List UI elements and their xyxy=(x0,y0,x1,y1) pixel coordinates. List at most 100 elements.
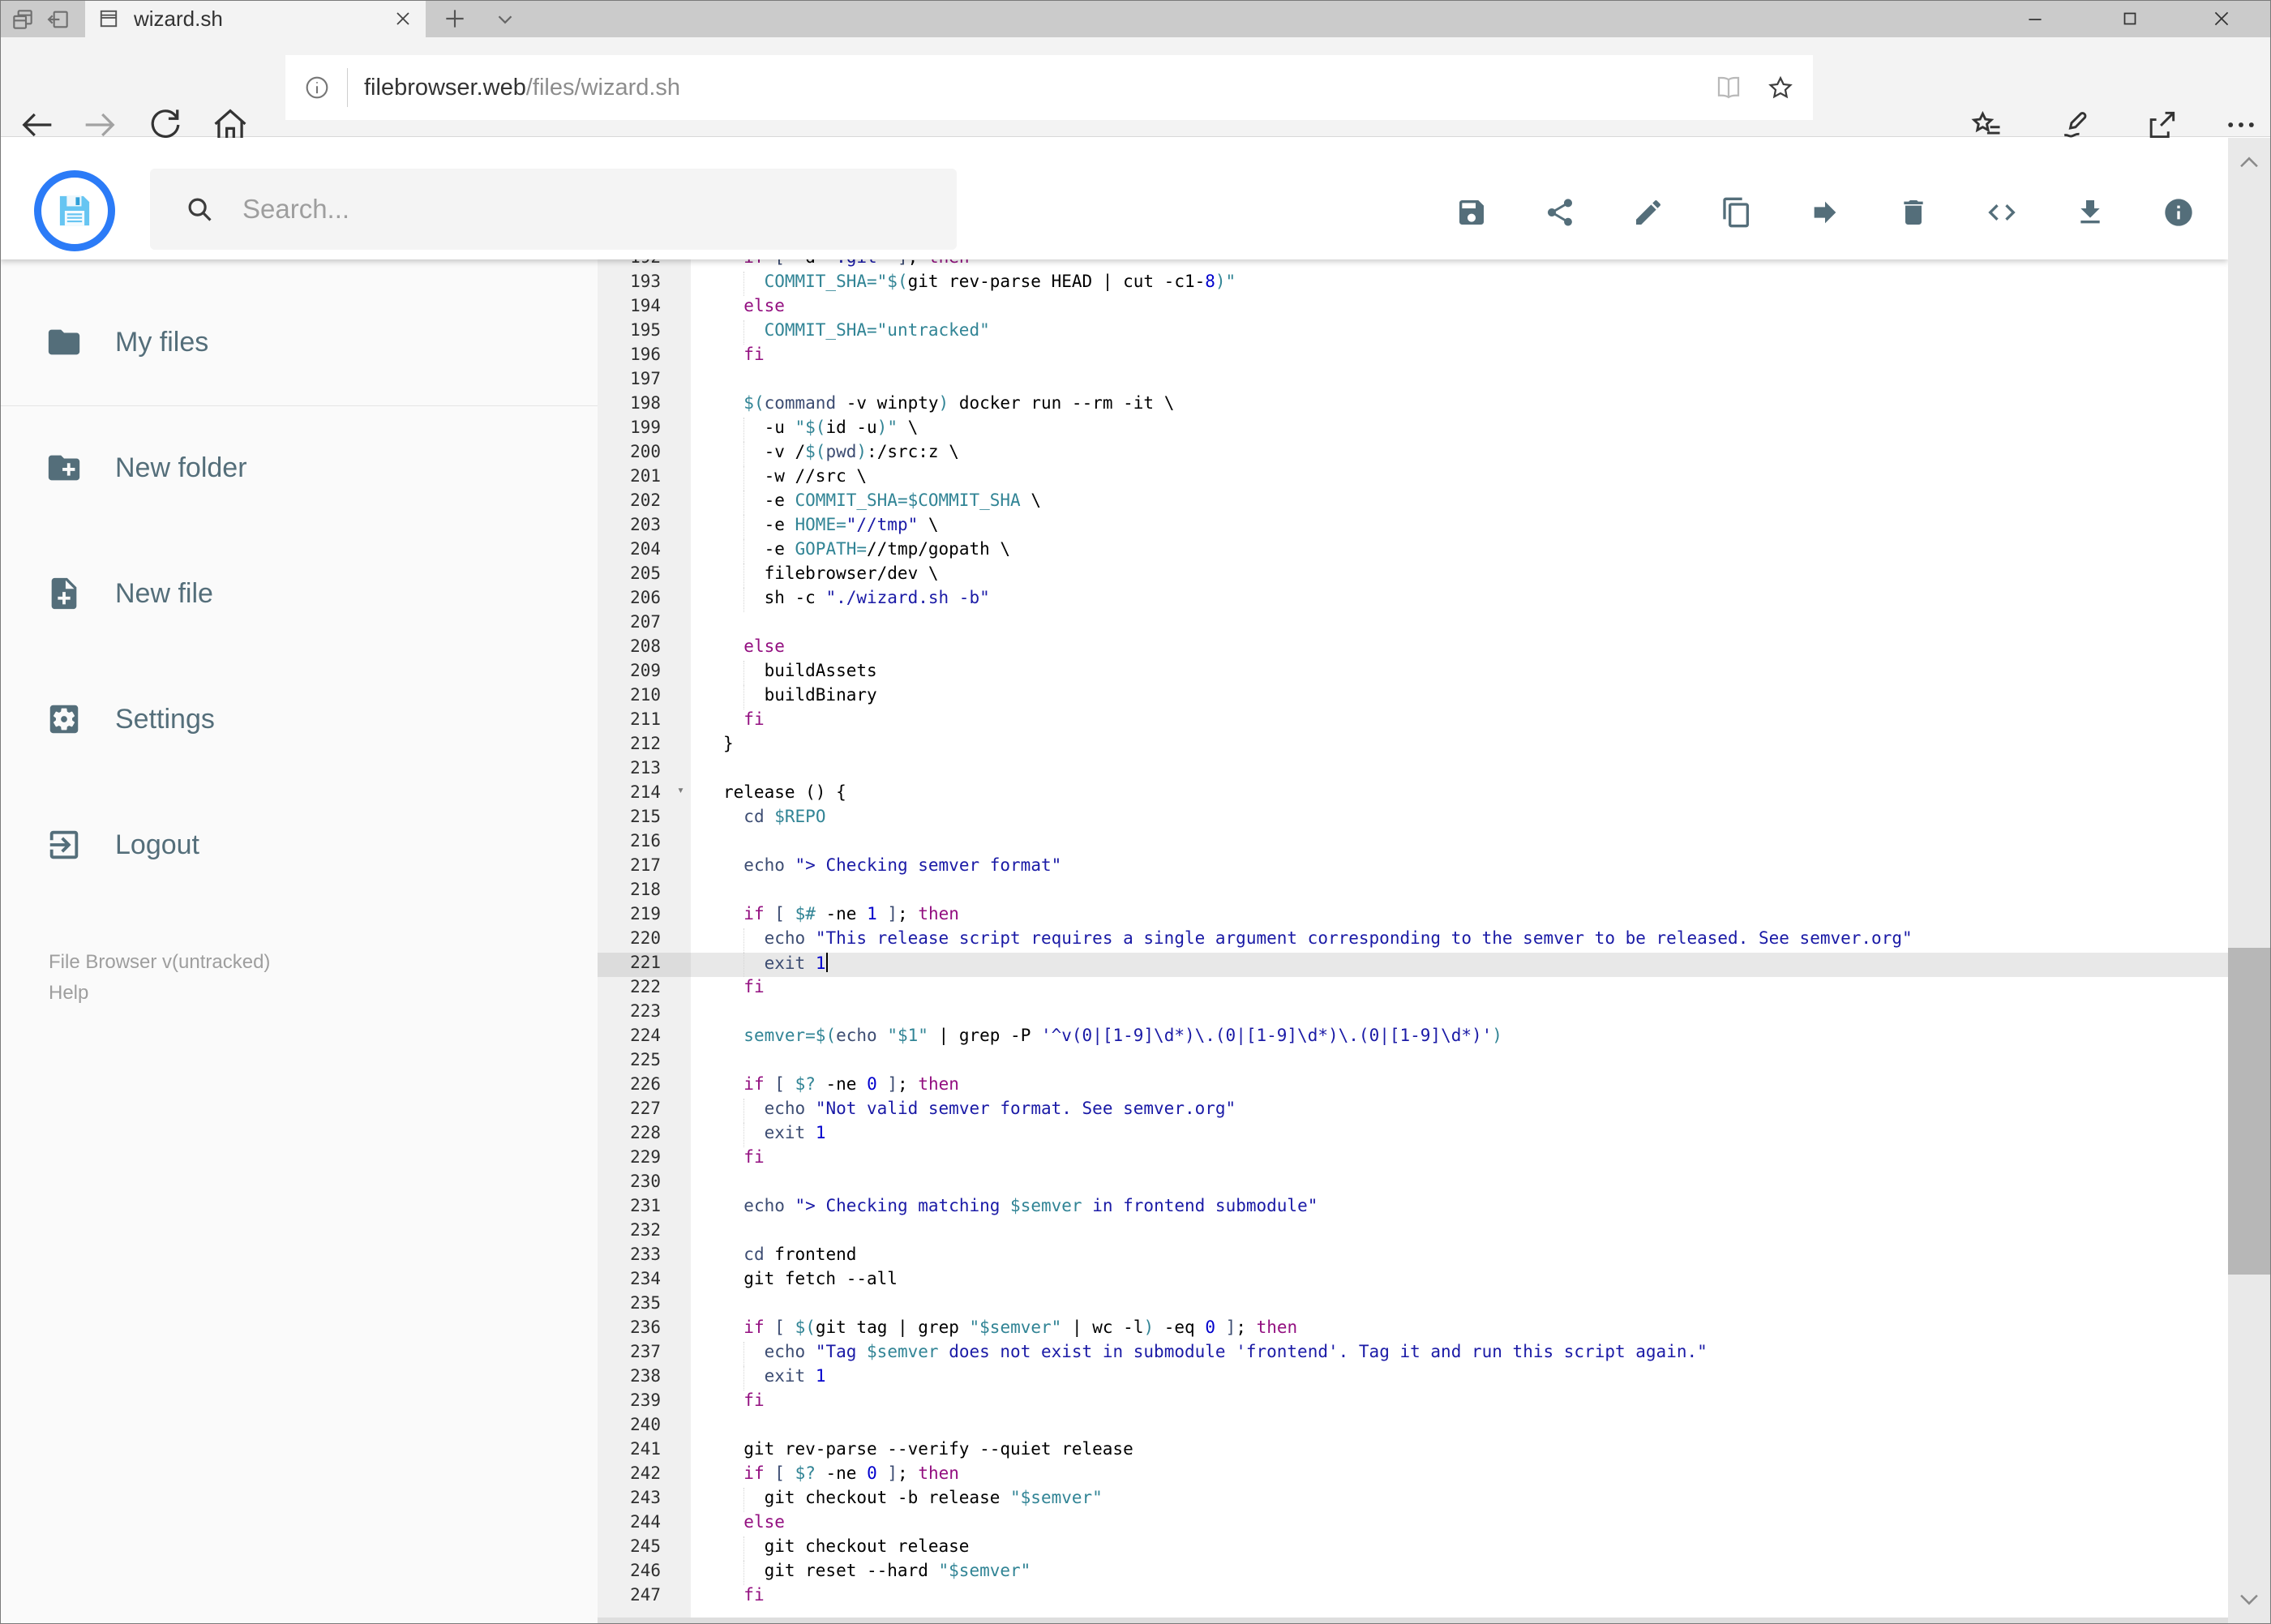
code-line[interactable]: exit 1 xyxy=(691,1366,2228,1390)
code-line[interactable] xyxy=(691,1001,2228,1026)
sidebar-item-logout[interactable]: Logout xyxy=(0,800,598,889)
tab-preview-icon[interactable] xyxy=(10,6,36,32)
line-number[interactable]: 246 xyxy=(598,1561,691,1585)
code-line[interactable]: echo "> Checking matching $semver in fro… xyxy=(691,1196,2228,1220)
code-line[interactable] xyxy=(691,612,2228,636)
address-bar[interactable]: filebrowser.web/files/wizard.sh xyxy=(285,55,1813,120)
code-line[interactable]: cd $REPO xyxy=(691,807,2228,831)
share-button[interactable] xyxy=(1544,196,1576,229)
code-line[interactable]: fi xyxy=(691,977,2228,1001)
app-logo[interactable] xyxy=(34,170,115,251)
code-line[interactable]: cd frontend xyxy=(691,1245,2228,1269)
line-number[interactable]: 237 xyxy=(598,1342,691,1366)
browser-tab[interactable]: wizard.sh xyxy=(85,0,426,37)
vertical-scrollbar[interactable] xyxy=(2228,138,2271,1624)
save-button[interactable] xyxy=(1455,196,1488,229)
code-view-button[interactable] xyxy=(1986,196,2018,229)
move-button[interactable] xyxy=(1809,196,1841,229)
code-line[interactable] xyxy=(691,1293,2228,1318)
code-line[interactable]: else xyxy=(691,296,2228,320)
line-number[interactable]: 220 xyxy=(598,928,691,953)
line-number[interactable]: 240 xyxy=(598,1415,691,1439)
code-line[interactable]: buildAssets xyxy=(691,661,2228,685)
code-line[interactable]: release () { xyxy=(691,782,2228,807)
code-line[interactable]: if [ $(git tag | grep "$semver" | wc -l)… xyxy=(691,1318,2228,1342)
code-line[interactable]: if [ $# -ne 1 ]; then xyxy=(691,904,2228,928)
line-number[interactable]: 201 xyxy=(598,466,691,491)
reading-view-icon[interactable] xyxy=(1714,73,1743,102)
maximize-button[interactable] xyxy=(2106,6,2153,31)
line-number[interactable]: 207 xyxy=(598,612,691,636)
line-number[interactable]: 227 xyxy=(598,1099,691,1123)
url-text[interactable]: filebrowser.web/files/wizard.sh xyxy=(364,75,1714,101)
code-line[interactable] xyxy=(691,1220,2228,1245)
code-line[interactable]: if [ $? -ne 0 ]; then xyxy=(691,1463,2228,1488)
code-line[interactable] xyxy=(691,1050,2228,1074)
code-line[interactable] xyxy=(691,1415,2228,1439)
code-line[interactable]: echo "This release script requires a sin… xyxy=(691,928,2228,953)
line-number[interactable]: 193 xyxy=(598,272,691,296)
line-number[interactable]: 213 xyxy=(598,758,691,782)
code-line[interactable]: buildBinary xyxy=(691,685,2228,709)
line-number[interactable]: 236 xyxy=(598,1318,691,1342)
line-number[interactable]: 211 xyxy=(598,709,691,734)
line-number[interactable]: 224 xyxy=(598,1026,691,1050)
code-line[interactable]: -e GOPATH=//tmp/gopath \ xyxy=(691,539,2228,563)
line-number[interactable]: 228 xyxy=(598,1123,691,1147)
sidebar-item-new-file[interactable]: New file xyxy=(0,549,598,638)
code-line[interactable]: if [ -d ".git" ]; then xyxy=(691,259,2228,272)
line-number[interactable]: 192 xyxy=(598,259,691,272)
set-tabs-aside-icon[interactable] xyxy=(45,6,71,32)
line-number[interactable]: 222 xyxy=(598,977,691,1001)
line-number[interactable]: 238 xyxy=(598,1366,691,1390)
edit-button[interactable] xyxy=(1632,196,1665,229)
code-line[interactable]: } xyxy=(691,734,2228,758)
sidebar-item-settings[interactable]: Settings xyxy=(0,675,598,764)
line-number[interactable]: 197 xyxy=(598,369,691,393)
favorite-star-icon[interactable] xyxy=(1766,73,1795,102)
code-line[interactable]: -v /$(pwd):/src:z \ xyxy=(691,442,2228,466)
code-line[interactable]: semver=$(echo "$1" | grep -P '^v(0|[1-9]… xyxy=(691,1026,2228,1050)
code-line[interactable] xyxy=(691,369,2228,393)
code-line[interactable]: -e COMMIT_SHA=$COMMIT_SHA \ xyxy=(691,491,2228,515)
line-number[interactable]: 206 xyxy=(598,588,691,612)
code-line[interactable]: -w //src \ xyxy=(691,466,2228,491)
code-line[interactable]: -u "$(id -u)" \ xyxy=(691,418,2228,442)
line-number[interactable]: 242 xyxy=(598,1463,691,1488)
line-number[interactable]: 198 xyxy=(598,393,691,418)
code-line[interactable] xyxy=(691,758,2228,782)
line-number[interactable]: 194 xyxy=(598,296,691,320)
minimize-button[interactable] xyxy=(2012,6,2059,31)
line-number[interactable]: 247 xyxy=(598,1585,691,1609)
scroll-up-icon[interactable] xyxy=(2235,149,2263,177)
site-info-icon[interactable] xyxy=(303,74,331,101)
line-number[interactable]: 212 xyxy=(598,734,691,758)
sidebar-item-my-files[interactable]: My files xyxy=(0,298,598,387)
line-number[interactable]: 231 xyxy=(598,1196,691,1220)
line-number[interactable]: 217 xyxy=(598,855,691,880)
new-tab-button[interactable] xyxy=(442,6,468,32)
close-button[interactable] xyxy=(2198,6,2245,31)
download-button[interactable] xyxy=(2074,196,2106,229)
line-number[interactable]: 218 xyxy=(598,880,691,904)
tab-list-chevron-icon[interactable] xyxy=(493,7,517,32)
search-input[interactable] xyxy=(242,194,891,225)
code-line[interactable]: git rev-parse --verify --quiet release xyxy=(691,1439,2228,1463)
line-number[interactable]: 214 ▾ xyxy=(598,782,691,807)
line-number[interactable]: 202 xyxy=(598,491,691,515)
line-number[interactable]: 235 xyxy=(598,1293,691,1318)
line-number[interactable]: 233 xyxy=(598,1245,691,1269)
line-number[interactable]: 234 xyxy=(598,1269,691,1293)
code-line[interactable]: fi xyxy=(691,1390,2228,1415)
scrollbar-thumb[interactable] xyxy=(2228,948,2271,1275)
line-number[interactable]: 203 xyxy=(598,515,691,539)
help-link[interactable]: Help xyxy=(49,978,270,1009)
line-number[interactable]: 209 xyxy=(598,661,691,685)
search-bar[interactable] xyxy=(150,169,957,250)
line-number[interactable]: 204 xyxy=(598,539,691,563)
line-number[interactable]: 245 xyxy=(598,1536,691,1561)
code-line[interactable]: fi xyxy=(691,345,2228,369)
line-number[interactable]: 195 xyxy=(598,320,691,345)
code-line[interactable]: filebrowser/dev \ xyxy=(691,563,2228,588)
line-number[interactable]: 243 xyxy=(598,1488,691,1512)
